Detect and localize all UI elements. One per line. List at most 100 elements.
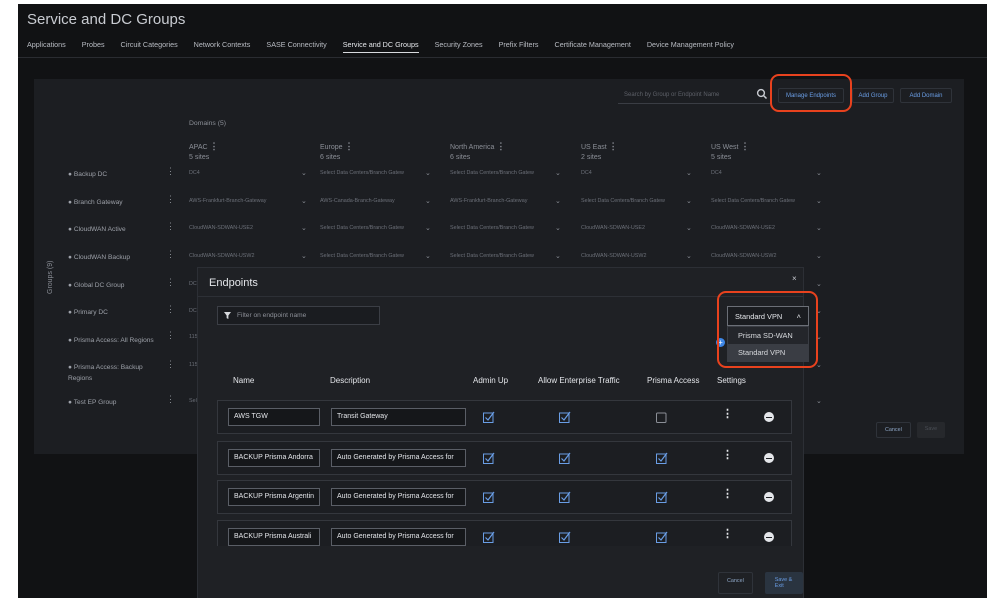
- allow-enterprise-checkbox[interactable]: [559, 452, 571, 464]
- domain-cell[interactable]: CloudWAN-SDWAN-USW2: [581, 253, 681, 259]
- tab-sase-connectivity[interactable]: SASE Connectivity: [266, 40, 326, 53]
- group-label-test-ep[interactable]: ● Test EP Group: [68, 399, 116, 406]
- admin-up-checkbox[interactable]: [483, 452, 495, 464]
- endpoint-name-input[interactable]: AWS TGW: [228, 408, 320, 426]
- chevron-down-icon[interactable]: ⌄: [301, 169, 307, 177]
- kebab-icon[interactable]: ⋮: [166, 194, 175, 205]
- kebab-icon[interactable]: ⋮: [496, 141, 505, 151]
- add-domain-button[interactable]: Add Domain: [900, 88, 952, 103]
- allow-enterprise-checkbox[interactable]: [559, 531, 571, 543]
- prisma-access-checkbox[interactable]: [656, 411, 668, 423]
- group-label-cloudwan-active[interactable]: ● CloudWAN Active: [68, 226, 126, 233]
- chevron-down-icon[interactable]: ⌄: [816, 280, 822, 288]
- chevron-down-icon[interactable]: ⌄: [686, 224, 692, 232]
- domain-cell[interactable]: Select Data Centers/Branch Gatew: [320, 253, 420, 259]
- group-label-cloudwan-backup[interactable]: ● CloudWAN Backup: [68, 254, 130, 261]
- domain-cell[interactable]: Select Data Centers/Branch Gatew: [450, 253, 550, 259]
- kebab-icon[interactable]: ⋮: [166, 166, 175, 177]
- chevron-down-icon[interactable]: ⌄: [816, 224, 822, 232]
- kebab-icon[interactable]: ⋮: [166, 277, 175, 288]
- endpoint-description-input[interactable]: Auto Generated by Prisma Access for: [331, 488, 466, 506]
- tab-device-management-policy[interactable]: Device Management Policy: [647, 40, 734, 53]
- admin-up-checkbox[interactable]: [483, 491, 495, 503]
- domain-cell[interactable]: AWS-Canada-Branch-Gateway: [320, 198, 420, 204]
- domain-cell[interactable]: AWS-Frankfurt-Branch-Gateway: [189, 198, 307, 204]
- kebab-icon[interactable]: ⋮: [345, 141, 354, 151]
- endpoint-description-input[interactable]: Auto Generated by Prisma Access for: [331, 528, 466, 546]
- admin-up-checkbox[interactable]: [483, 411, 495, 423]
- chevron-down-icon[interactable]: ⌄: [816, 169, 822, 177]
- kebab-icon[interactable]: ⋮: [166, 221, 175, 232]
- kebab-icon[interactable]: ⋮: [740, 141, 749, 151]
- remove-icon[interactable]: [764, 412, 774, 422]
- tab-applications[interactable]: Applications: [27, 40, 66, 53]
- tab-probes[interactable]: Probes: [82, 40, 105, 53]
- chevron-down-icon[interactable]: ⌄: [425, 224, 431, 232]
- settings-kebab-icon[interactable]: ⋮: [722, 407, 733, 420]
- chevron-down-icon[interactable]: ⌄: [425, 169, 431, 177]
- endpoint-name-input[interactable]: BACKUP Prisma Andorra: [228, 449, 320, 467]
- chevron-down-icon[interactable]: ⌄: [686, 252, 692, 260]
- domain-cell[interactable]: DC4: [581, 170, 681, 176]
- chevron-down-icon[interactable]: ⌄: [686, 169, 692, 177]
- prisma-access-checkbox[interactable]: [656, 491, 668, 503]
- prisma-access-checkbox[interactable]: [656, 531, 668, 543]
- chevron-down-icon[interactable]: ⌄: [555, 252, 561, 260]
- chevron-down-icon[interactable]: ⌄: [816, 197, 822, 205]
- domain-cell[interactable]: Select Data Centers/Branch Gatew: [711, 198, 811, 204]
- search-input[interactable]: Search by Group or Endpoint Name: [618, 86, 770, 104]
- group-label-prisma-all-regions[interactable]: ● Prisma Access: All Regions: [68, 337, 154, 344]
- settings-kebab-icon[interactable]: ⋮: [722, 448, 733, 461]
- search-icon[interactable]: [756, 88, 768, 100]
- chevron-down-icon[interactable]: ⌄: [425, 197, 431, 205]
- kebab-icon[interactable]: ⋮: [166, 330, 175, 341]
- close-icon[interactable]: ×: [792, 274, 797, 283]
- settings-kebab-icon[interactable]: ⋮: [722, 527, 733, 540]
- chevron-down-icon[interactable]: ⌄: [425, 252, 431, 260]
- kebab-icon[interactable]: ⋮: [609, 141, 618, 151]
- chevron-down-icon[interactable]: ⌄: [816, 252, 822, 260]
- group-label-global-dc[interactable]: ● Global DC Group: [68, 282, 124, 289]
- chevron-down-icon[interactable]: ⌄: [301, 197, 307, 205]
- tab-network-contexts[interactable]: Network Contexts: [194, 40, 251, 53]
- domain-cell[interactable]: Select Data Centers/Branch Gatew: [320, 225, 420, 231]
- domain-cell[interactable]: CloudWAN-SDWAN-USE2: [189, 225, 299, 231]
- tab-service-dc-groups[interactable]: Service and DC Groups: [342, 40, 419, 53]
- remove-icon[interactable]: [764, 492, 774, 502]
- modal-cancel-button[interactable]: Cancel: [718, 572, 753, 594]
- group-label-prisma-backup-regions[interactable]: ● Prisma Access: Backup Regions: [68, 362, 168, 384]
- endpoint-filter-input[interactable]: Filter on endpoint name: [217, 306, 380, 325]
- domain-cell[interactable]: DC4: [711, 170, 811, 176]
- domain-cell[interactable]: DC4: [189, 170, 299, 176]
- endpoint-description-input[interactable]: Transit Gateway: [331, 408, 466, 426]
- group-label-primary-dc[interactable]: ● Primary DC: [68, 309, 108, 316]
- domain-cell[interactable]: Select Data Centers/Branch Gatew: [450, 170, 550, 176]
- domain-cell[interactable]: CloudWAN-SDWAN-USW2: [189, 253, 299, 259]
- remove-icon[interactable]: [764, 532, 774, 542]
- tab-circuit-categories[interactable]: Circuit Categories: [121, 40, 178, 53]
- group-label-backup-dc[interactable]: ● Backup DC: [68, 171, 107, 178]
- chevron-down-icon[interactable]: ⌄: [555, 169, 561, 177]
- kebab-icon[interactable]: ⋮: [166, 394, 175, 405]
- domain-cell[interactable]: Select Data Centers/Branch Gatew: [450, 225, 550, 231]
- remove-icon[interactable]: [764, 453, 774, 463]
- domain-cell[interactable]: Select Data Centers/Branch Gatew: [581, 198, 681, 204]
- domain-cell[interactable]: CloudWAN-SDWAN-USW2: [711, 253, 811, 259]
- domain-cell[interactable]: AWS-Frankfurt-Branch-Gateway: [450, 198, 550, 204]
- domain-cell[interactable]: CloudWAN-SDWAN-USE2: [711, 225, 811, 231]
- group-label-branch-gateway[interactable]: ● Branch Gateway: [68, 199, 123, 206]
- endpoint-name-input[interactable]: BACKUP Prisma Argentin: [228, 488, 320, 506]
- endpoint-description-input[interactable]: Auto Generated by Prisma Access for: [331, 449, 466, 467]
- chevron-down-icon[interactable]: ⌄: [555, 197, 561, 205]
- domain-cell[interactable]: Select Data Centers/Branch Gatew: [320, 170, 420, 176]
- chevron-down-icon[interactable]: ⌄: [555, 224, 561, 232]
- kebab-icon[interactable]: ⋮: [166, 304, 175, 315]
- chevron-down-icon[interactable]: ⌄: [816, 397, 822, 405]
- chevron-down-icon[interactable]: ⌄: [686, 197, 692, 205]
- add-group-button[interactable]: Add Group: [852, 88, 894, 103]
- tab-certificate-management[interactable]: Certificate Management: [555, 40, 631, 53]
- save-exit-button[interactable]: Save & Exit: [764, 572, 803, 594]
- chevron-down-icon[interactable]: ⌄: [301, 224, 307, 232]
- settings-kebab-icon[interactable]: ⋮: [722, 487, 733, 500]
- save-button[interactable]: Save: [916, 422, 946, 438]
